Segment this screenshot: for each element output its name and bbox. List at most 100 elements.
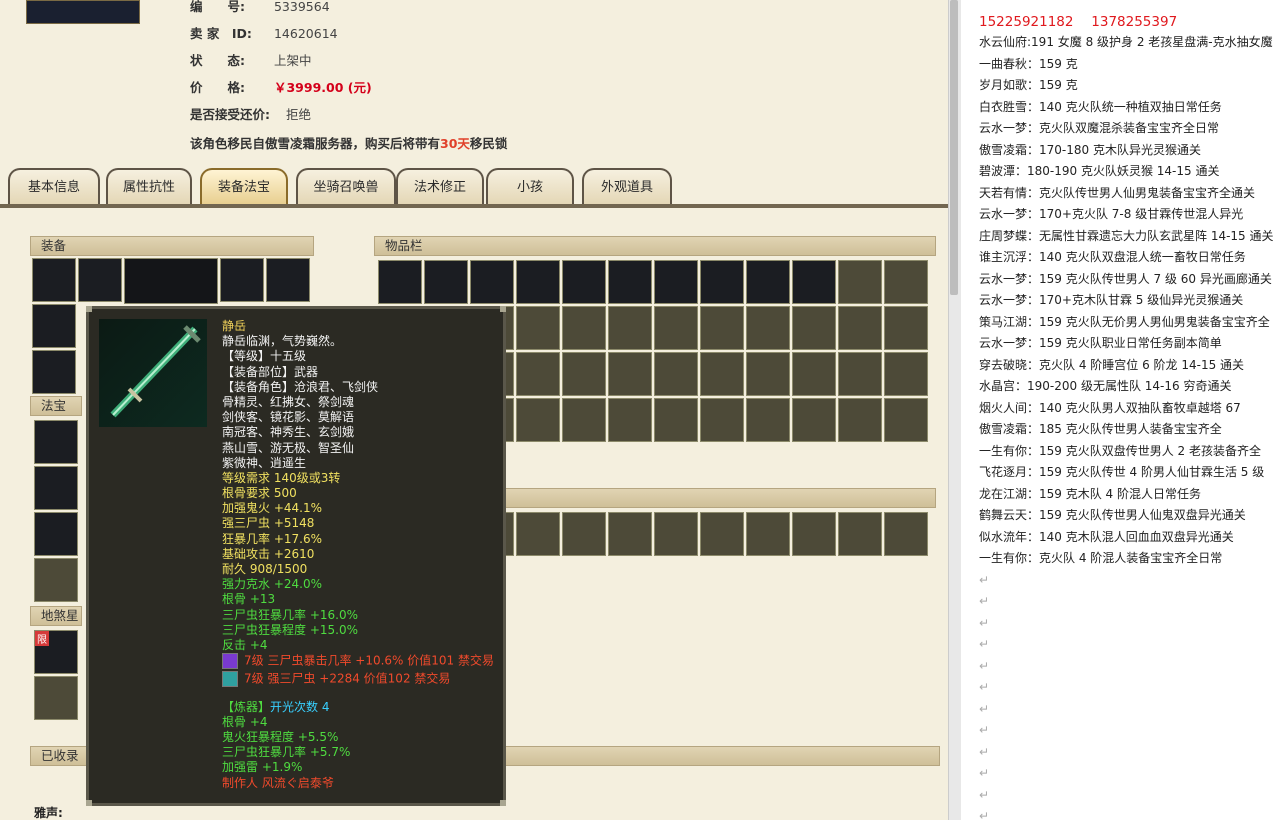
fabao-slot-4[interactable] <box>34 558 78 602</box>
inventory-slot[interactable] <box>654 398 698 442</box>
fabao-slot-2[interactable] <box>34 466 78 510</box>
equip-slot-shoes[interactable] <box>32 350 76 394</box>
inventory-slot[interactable] <box>562 398 606 442</box>
inventory-slot[interactable] <box>516 352 560 396</box>
inventory-slot[interactable] <box>884 398 928 442</box>
inventory-slot[interactable] <box>838 260 882 304</box>
inventory-slot[interactable] <box>746 352 790 396</box>
equip-slot-weapon[interactable] <box>32 304 76 348</box>
inventory-slot[interactable] <box>700 398 744 442</box>
equip-slot-necklace[interactable] <box>78 258 122 302</box>
inventory-slot[interactable] <box>654 352 698 396</box>
tab-mounts-pets[interactable]: 坐骑召唤兽 <box>296 168 396 204</box>
storage-slot[interactable] <box>516 512 560 556</box>
tab-equipment[interactable]: 装备法宝 <box>200 168 288 204</box>
inventory-slot[interactable] <box>700 306 744 350</box>
inventory-slot[interactable] <box>516 398 560 442</box>
inventory-slot[interactable] <box>608 398 652 442</box>
paragraph-mark: ↵ <box>979 787 990 802</box>
inventory-slot[interactable] <box>654 306 698 350</box>
inventory-slot[interactable] <box>884 306 928 350</box>
dishaxing-panel-header: 地煞星 <box>30 606 82 626</box>
paragraph-mark: ↵ <box>979 680 990 694</box>
storage-slot[interactable] <box>654 512 698 556</box>
inventory-slot[interactable] <box>516 306 560 350</box>
info-seller-value: 14620614 <box>273 26 338 41</box>
inventory-slot[interactable] <box>838 398 882 442</box>
storage-slot[interactable] <box>608 512 652 556</box>
inventory-slot[interactable] <box>700 260 744 304</box>
inventory-slot[interactable] <box>838 306 882 350</box>
note-line: 云水一梦：170+克木队甘霖 5 级仙异光灵猴通关 <box>979 293 1244 307</box>
inventory-slot[interactable] <box>792 352 836 396</box>
equip-slot-belt[interactable] <box>266 258 310 302</box>
item-part: 【装备部位】武器 <box>222 364 319 379</box>
character-thumbnail[interactable] <box>26 0 140 24</box>
item-refine-count: 开光次数 4 <box>270 699 330 714</box>
inventory-slot[interactable] <box>746 398 790 442</box>
tooltip-corner <box>500 800 506 806</box>
inventory-slot[interactable] <box>746 260 790 304</box>
equip-slot-armor[interactable] <box>220 258 264 302</box>
item-durability: 耐久 908/1500 <box>222 562 308 576</box>
inventory-slot[interactable] <box>746 306 790 350</box>
storage-slot[interactable] <box>746 512 790 556</box>
inventory-slot[interactable] <box>378 260 422 304</box>
item-roles: 紫微神、逍遥生 <box>222 455 307 470</box>
item-gem-text: 7级 三尸虫暴击几率 +10.6% 价值101 禁交易 <box>244 653 494 668</box>
inventory-slot[interactable] <box>608 306 652 350</box>
info-status-value: 上架中 <box>273 53 312 68</box>
item-stat: 强三尸虫 +5148 <box>222 516 315 531</box>
item-refine-stat: 根骨 +4 <box>222 714 268 729</box>
note-line: 一曲春秋：159 克 <box>979 56 1078 71</box>
inventory-slot[interactable] <box>838 352 882 396</box>
tab-spell-correction[interactable]: 法术修正 <box>396 168 484 204</box>
migration-notice-days: 30天 <box>440 136 470 151</box>
equip-panel-header: 装备 <box>30 236 314 256</box>
note-line: 水云仙府:191 女魔 8 级护身 2 老孩星盘满-克水抽女魔 <box>979 35 1273 49</box>
inventory-slot[interactable] <box>884 352 928 396</box>
item-bonus-stat: 强力克水 +24.0% <box>222 577 322 592</box>
inventory-slot[interactable] <box>884 260 928 304</box>
equip-slot-helmet[interactable] <box>32 258 76 302</box>
inventory-slot[interactable] <box>792 306 836 350</box>
tab-attributes[interactable]: 属性抗性 <box>106 168 192 204</box>
inventory-slot[interactable] <box>792 260 836 304</box>
inventory-slot[interactable] <box>700 352 744 396</box>
inventory-slot[interactable] <box>792 398 836 442</box>
storage-slot[interactable] <box>884 512 928 556</box>
paragraph-mark: ↵ <box>979 766 990 780</box>
dishaxing-slot-1[interactable]: 限 <box>34 630 78 674</box>
inventory-slot[interactable] <box>562 306 606 350</box>
tab-appearance[interactable]: 外观道具 <box>582 168 672 204</box>
item-roles: 燕山雪、游无极、智圣仙 <box>222 440 355 455</box>
storage-slot[interactable] <box>562 512 606 556</box>
inventory-slot[interactable] <box>470 260 514 304</box>
inventory-slot[interactable] <box>654 260 698 304</box>
note-line: 云水一梦：159 克火队传世男人 7 级 60 异光画廊通关 <box>979 271 1272 286</box>
note-line: 水晶宫：190-200 级无属性队 14-16 穷奇通关 <box>979 379 1232 393</box>
note-line: 一生有你：克火队 4 阶混人装备宝宝齐全日常 <box>979 551 1223 565</box>
dishaxing-slot-2[interactable] <box>34 676 78 720</box>
info-price-value: ￥3999.00 (元) <box>273 80 372 95</box>
note-line: 傲雪凌霜：185 克火队传世男人装备宝宝齐全 <box>979 422 1222 436</box>
inventory-slot[interactable] <box>562 260 606 304</box>
inventory-slot[interactable] <box>424 260 468 304</box>
tab-children[interactable]: 小孩 <box>486 168 574 204</box>
notes-document[interactable]: 15225921182 1378255397 水云仙府:191 女魔 8 级护身… <box>961 0 1280 820</box>
inventory-slot[interactable] <box>608 260 652 304</box>
inventory-slot[interactable] <box>608 352 652 396</box>
info-status-label: 状 态: <box>190 53 245 68</box>
item-refine-label: 【炼器】 <box>222 699 271 714</box>
item-tooltip: 静岳 静岳临渊，气势巍然。 【等级】十五级 【装备部位】武器 【装备角色】沧浪君… <box>86 306 506 806</box>
note-line: 穿去破晓：克火队 4 阶睡宫位 6 阶龙 14-15 通关 <box>979 357 1245 372</box>
scrollbar-thumb[interactable] <box>950 0 958 295</box>
storage-slot[interactable] <box>700 512 744 556</box>
inventory-slot[interactable] <box>562 352 606 396</box>
inventory-slot[interactable] <box>516 260 560 304</box>
fabao-slot-3[interactable] <box>34 512 78 556</box>
storage-slot[interactable] <box>838 512 882 556</box>
storage-slot[interactable] <box>792 512 836 556</box>
tab-basic-info[interactable]: 基本信息 <box>8 168 100 204</box>
fabao-slot-1[interactable] <box>34 420 78 464</box>
